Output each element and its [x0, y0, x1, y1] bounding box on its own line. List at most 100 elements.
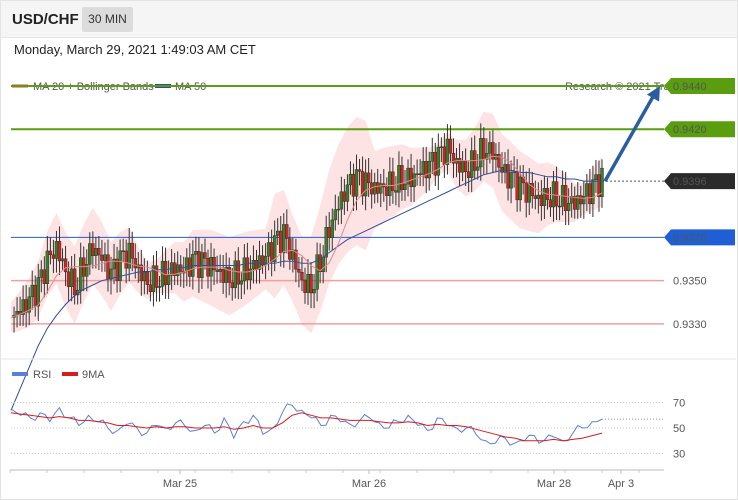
candle-body: [282, 224, 286, 254]
candle-body: [439, 146, 444, 148]
time-tick-label: Mar 28: [537, 478, 571, 490]
candle-body: [276, 230, 280, 236]
candle-body: [288, 238, 292, 260]
bollinger-band-area: [11, 111, 602, 334]
candle-body: [385, 186, 389, 196]
candle-body: [72, 268, 77, 296]
candle-body: [130, 242, 134, 259]
candle-body: [397, 165, 401, 193]
time-tick-label: Mar 26: [352, 478, 386, 490]
candle-body: [66, 271, 71, 287]
legend-ma50: MA 50: [175, 81, 206, 93]
candle-body: [379, 183, 383, 194]
candle-body: [482, 138, 486, 160]
candle-body: [303, 279, 307, 293]
candle-body: [536, 194, 541, 199]
candle-body: [445, 138, 450, 165]
candle-body: [54, 241, 59, 259]
candle-body: [591, 179, 595, 205]
candle-body: [194, 251, 198, 255]
candle-body: [509, 172, 513, 189]
candle-body: [463, 161, 468, 172]
price-level-label: 0.9350: [673, 276, 707, 288]
candle-body: [433, 152, 438, 176]
candle-body: [573, 196, 577, 210]
candle-body: [127, 242, 131, 269]
candle-body: [69, 268, 74, 287]
candle-body: [79, 257, 83, 291]
price-level-label: 0.9420: [673, 124, 707, 136]
candle-body: [148, 284, 153, 293]
candle-body: [436, 146, 441, 176]
candle-body: [139, 264, 144, 282]
candle-body: [197, 251, 201, 278]
legend-ma20: MA 20 + Bollinger Bands: [33, 81, 154, 93]
candle-body: [488, 142, 492, 154]
candle-body: [476, 166, 480, 171]
price-level-label: 0.9396: [673, 176, 707, 188]
candle-body: [588, 183, 592, 205]
rsi-line: [10, 403, 603, 446]
candle-body: [409, 167, 413, 187]
candle-body: [542, 188, 547, 206]
candle-body: [351, 173, 356, 197]
candle-body: [330, 219, 334, 238]
candle-body: [233, 260, 237, 289]
candle-body: [582, 195, 586, 205]
candle-body: [45, 250, 50, 284]
rsi-lines: [10, 403, 664, 446]
candle-body: [166, 275, 171, 285]
candle-body: [339, 191, 344, 210]
candle-body: [157, 286, 162, 288]
candle-body: [533, 195, 538, 199]
candle-body: [215, 269, 219, 272]
candle-body: [179, 264, 183, 274]
candle-body: [88, 243, 92, 265]
candle-body: [300, 272, 304, 281]
candle-body: [185, 257, 189, 272]
candle-body: [388, 171, 392, 196]
candle-body: [333, 209, 337, 221]
candle-body: [348, 173, 353, 186]
time-axis-ticks: Mar 25 Mar 26 Mar 28 Apr 3: [9, 470, 640, 490]
rsi-tick-label: 30: [673, 448, 685, 460]
candle-body: [63, 258, 68, 273]
candle-body: [363, 172, 368, 197]
candle-body: [327, 226, 331, 238]
candle-body: [203, 252, 207, 259]
candle-body: [394, 190, 398, 193]
candle-body: [251, 260, 256, 270]
candle-body: [357, 169, 362, 172]
candle-body: [324, 226, 328, 258]
price-level-label: 0.9330: [673, 319, 707, 331]
candle-body: [554, 181, 559, 207]
candle-body: [106, 254, 110, 280]
candle-body: [94, 247, 98, 256]
candle-body: [460, 161, 465, 173]
rsi-grid: 70 50 30: [11, 398, 685, 460]
candle-body: [103, 254, 107, 261]
candle-body: [418, 173, 422, 175]
candle-body: [372, 182, 377, 195]
candle-body: [145, 270, 150, 286]
price-level-label: 0.9370: [673, 232, 707, 244]
candle-body: [391, 171, 395, 191]
price-level-label: 0.9440: [673, 81, 707, 93]
candle-body: [524, 182, 528, 203]
candle-body: [594, 174, 598, 180]
candle-body: [57, 241, 62, 262]
candle-body: [254, 260, 259, 270]
candle-body: [266, 242, 271, 257]
candle-body: [412, 173, 416, 187]
candle-body: [36, 277, 40, 307]
candle-body: [121, 250, 125, 252]
candle-body: [312, 289, 316, 294]
candle-body: [548, 199, 553, 208]
candle-body: [133, 258, 137, 269]
candle-body: [318, 254, 322, 272]
candle-body: [154, 265, 159, 288]
candle-body: [539, 194, 544, 206]
forecast-arrow-shaft: [603, 94, 656, 183]
candle-body: [163, 260, 168, 285]
candle-body: [506, 164, 510, 189]
